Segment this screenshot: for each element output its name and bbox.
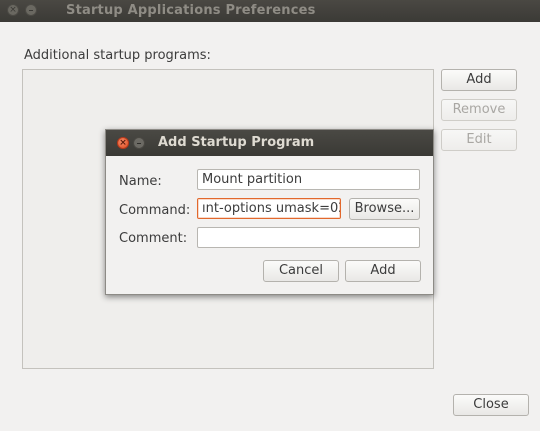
- close-icon[interactable]: ×: [7, 4, 19, 16]
- command-field[interactable]: ınt-options umask=022: [197, 198, 341, 219]
- comment-field[interactable]: [197, 227, 420, 248]
- command-label: Command:: [119, 203, 191, 218]
- minimize-icon[interactable]: [25, 4, 37, 16]
- add-startup-program-dialog: × Add Startup Program Name: Mount partit…: [105, 129, 434, 295]
- dialog-titlebar: × Add Startup Program: [106, 130, 433, 156]
- cancel-button[interactable]: Cancel: [263, 260, 339, 282]
- add-program-button[interactable]: Add: [441, 69, 517, 91]
- close-button[interactable]: Close: [453, 394, 529, 416]
- dialog-title: Add Startup Program: [158, 135, 315, 150]
- minimize-icon[interactable]: [133, 137, 145, 149]
- close-icon[interactable]: ×: [117, 137, 129, 149]
- browse-button[interactable]: Browse...: [349, 198, 420, 220]
- edit-program-button[interactable]: Edit: [441, 129, 517, 151]
- name-label: Name:: [119, 174, 162, 189]
- screen: × Startup Applications Preferences Addit…: [0, 0, 540, 431]
- add-button[interactable]: Add: [345, 260, 421, 282]
- name-field[interactable]: Mount partition: [197, 169, 420, 190]
- main-window-title: Startup Applications Preferences: [66, 3, 316, 18]
- main-window-titlebar: × Startup Applications Preferences: [0, 0, 540, 22]
- comment-label: Comment:: [119, 231, 188, 246]
- startup-programs-label: Additional startup programs:: [24, 48, 211, 63]
- remove-program-button[interactable]: Remove: [441, 99, 517, 121]
